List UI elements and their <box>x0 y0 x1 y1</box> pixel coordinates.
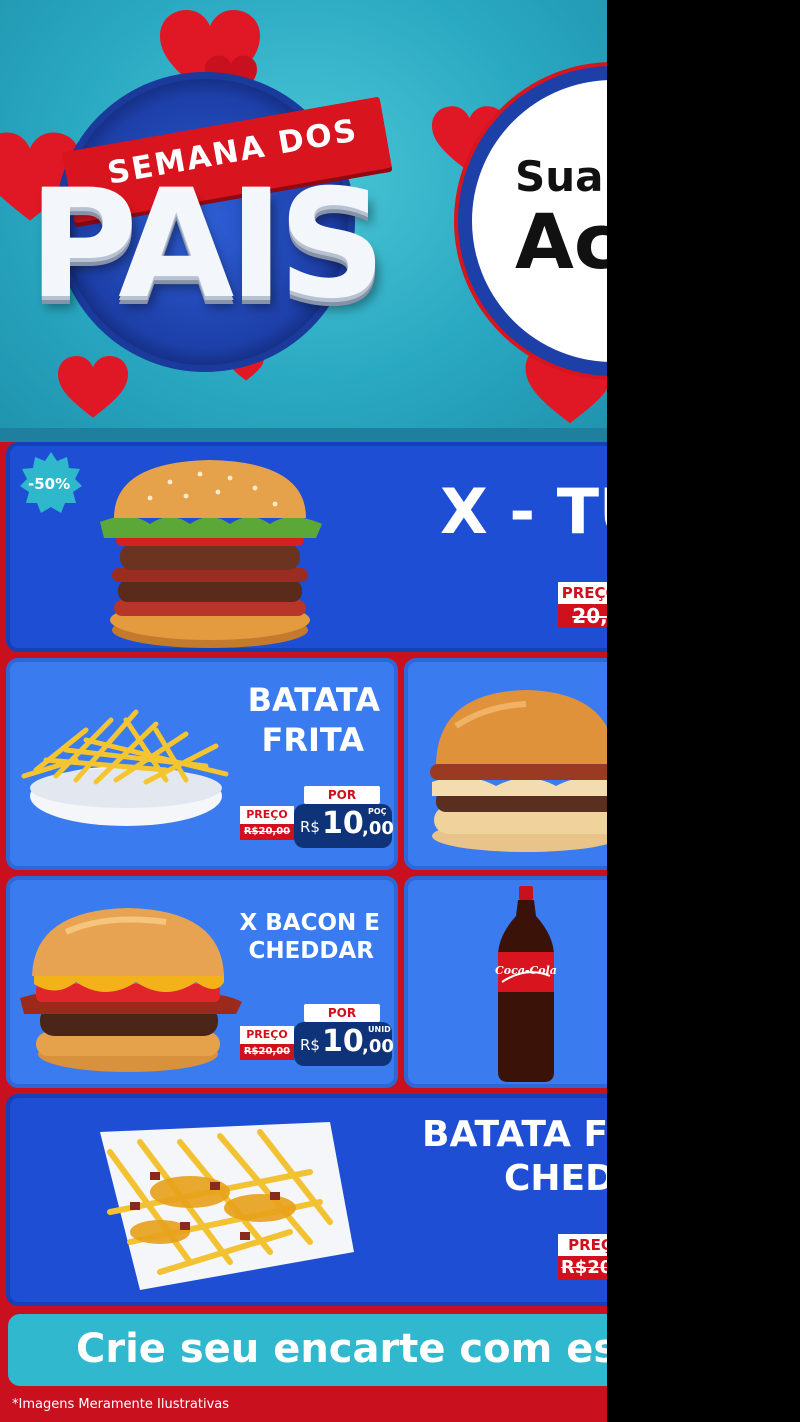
price-pill: R$ 10 ,00 POÇ <box>294 804 394 848</box>
soda-bottle-image: Coca-Cola <box>495 886 557 1082</box>
header-divider <box>0 428 607 442</box>
product-card-batata-frita: BATATA FRITA PREÇO R$20,00 POR R$ 10 ,00… <box>6 658 398 870</box>
product-card-soda: Coca-Cola <box>404 876 607 1088</box>
old-price: R$20,00 <box>240 824 294 840</box>
old-price-tag: PREÇO R$20,00 <box>240 806 294 840</box>
fries-image <box>21 709 229 826</box>
promo-flyer: SEMANA DOS PAIS Sua Ac X - TU PREÇO 20, <box>0 0 607 1422</box>
header-banner: SEMANA DOS PAIS Sua Ac <box>0 0 607 440</box>
bacon-burger-image <box>20 908 242 1072</box>
badge-text-line1: Sua <box>515 152 604 201</box>
price-unit: POÇ <box>368 807 387 816</box>
price-pill: R$ 10 ,00 UNID <box>294 1022 394 1066</box>
product-title-line1: BATATA <box>247 681 380 719</box>
product-title-line2: CHED <box>504 1158 607 1199</box>
old-price: R$20, <box>558 1256 607 1280</box>
price-decimal: ,00 <box>362 1036 394 1057</box>
old-price-tag: PREÇO 20, <box>558 582 607 628</box>
product-title-line1: X BACON E <box>239 910 380 936</box>
disclaimer-text: *Imagens Meramente Ilustrativas <box>12 1397 230 1412</box>
price-currency: R$ <box>300 1036 320 1054</box>
preco-label: PREÇO <box>558 582 607 604</box>
price-integer: 10 <box>322 1024 364 1059</box>
product-card-cheeseburger <box>404 658 607 870</box>
price-integer: 10 <box>322 806 364 841</box>
product-title-line2: CHEDDAR <box>248 938 374 964</box>
burger-image <box>100 460 322 648</box>
cta-text: Crie seu encarte com este <box>76 1326 607 1372</box>
por-label: POR <box>304 786 380 804</box>
cheddar-fries-image <box>100 1122 354 1290</box>
preco-label: PREÇO <box>240 806 294 824</box>
price-currency: R$ <box>300 818 320 836</box>
heart-icon <box>58 356 128 418</box>
discount-badge-text: -50% <box>28 475 71 493</box>
cta-banner: Crie seu encarte com este <box>8 1314 607 1386</box>
price-unit: UNID <box>368 1025 391 1034</box>
cheeseburger-image <box>430 690 607 852</box>
empty-area <box>607 0 800 1422</box>
old-price: 20, <box>558 604 607 628</box>
product-card-x-tudo: X - TU PREÇO 20, <box>6 442 607 652</box>
product-title-line2: FRITA <box>261 721 364 759</box>
product-card-batata-cheddar: BATATA FR CHED PREÇ R$20, <box>6 1094 607 1306</box>
new-price-box: POR R$ 10 ,00 UNID <box>294 1004 394 1066</box>
preco-label: PREÇ <box>558 1234 607 1256</box>
preco-label: PREÇO <box>240 1026 294 1044</box>
soda-brand-label: Coca-Cola <box>495 964 557 977</box>
price-decimal: ,00 <box>362 818 394 839</box>
por-label: POR <box>304 1004 380 1022</box>
product-title-line1: BATATA FR <box>422 1114 607 1155</box>
logo-title: PAIS <box>28 158 386 332</box>
new-price-box: POR R$ 10 ,00 POÇ <box>294 786 394 848</box>
product-card-x-bacon-cheddar: X BACON E CHEDDAR PREÇO R$20,00 POR R$ 1… <box>6 876 398 1088</box>
old-price: R$20,00 <box>240 1044 294 1060</box>
old-price-tag: PREÇ R$20, <box>558 1234 607 1280</box>
old-price-tag: PREÇO R$20,00 <box>240 1026 294 1060</box>
product-title: X - TU <box>440 475 607 548</box>
badge-text-line2: Ac <box>515 197 607 286</box>
